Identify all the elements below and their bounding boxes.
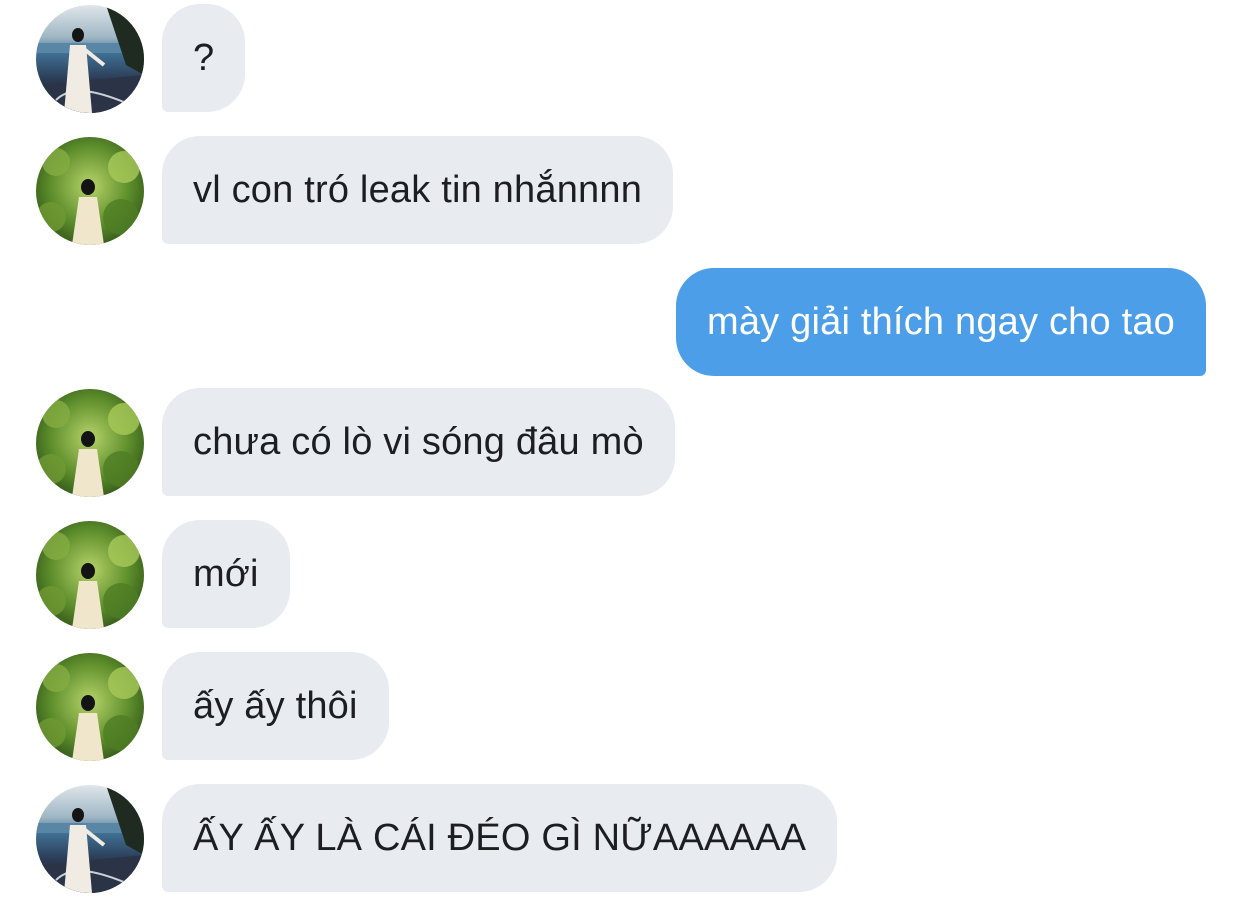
message-row: mới <box>0 520 1242 629</box>
avatar[interactable] <box>36 389 144 497</box>
message-row: ? <box>0 4 1242 113</box>
avatar[interactable] <box>36 653 144 761</box>
message-row: vl con tró leak tin nhắnnnn <box>0 136 1242 245</box>
incoming-message-bubble[interactable]: chưa có lò vi sóng đâu mò <box>162 388 675 496</box>
avatar[interactable] <box>36 137 144 245</box>
sea-photo-avatar-icon <box>36 5 144 113</box>
sea-photo-avatar-icon <box>36 785 144 893</box>
incoming-message-bubble[interactable]: ấy ấy thôi <box>162 652 389 760</box>
avatar[interactable] <box>36 521 144 629</box>
message-row: ấy ấy thôi <box>0 652 1242 761</box>
garden-photo-avatar-icon <box>36 521 144 629</box>
incoming-message-bubble[interactable]: ? <box>162 4 246 112</box>
garden-photo-avatar-icon <box>36 389 144 497</box>
garden-photo-avatar-icon <box>36 653 144 761</box>
avatar[interactable] <box>36 785 144 893</box>
avatar[interactable] <box>36 5 144 113</box>
message-row: chưa có lò vi sóng đâu mò <box>0 388 1242 497</box>
incoming-message-bubble[interactable]: ẤY ẤY LÀ CÁI ĐÉO GÌ NỮAAAAAA <box>162 784 838 892</box>
incoming-message-bubble[interactable]: vl con tró leak tin nhắnnnn <box>162 136 674 244</box>
message-row: mày giải thích ngay cho tao <box>0 268 1242 376</box>
garden-photo-avatar-icon <box>36 137 144 245</box>
incoming-message-bubble[interactable]: mới <box>162 520 290 628</box>
message-row: ẤY ẤY LÀ CÁI ĐÉO GÌ NỮAAAAAA <box>0 784 1242 893</box>
outgoing-message-bubble[interactable]: mày giải thích ngay cho tao <box>675 268 1206 376</box>
